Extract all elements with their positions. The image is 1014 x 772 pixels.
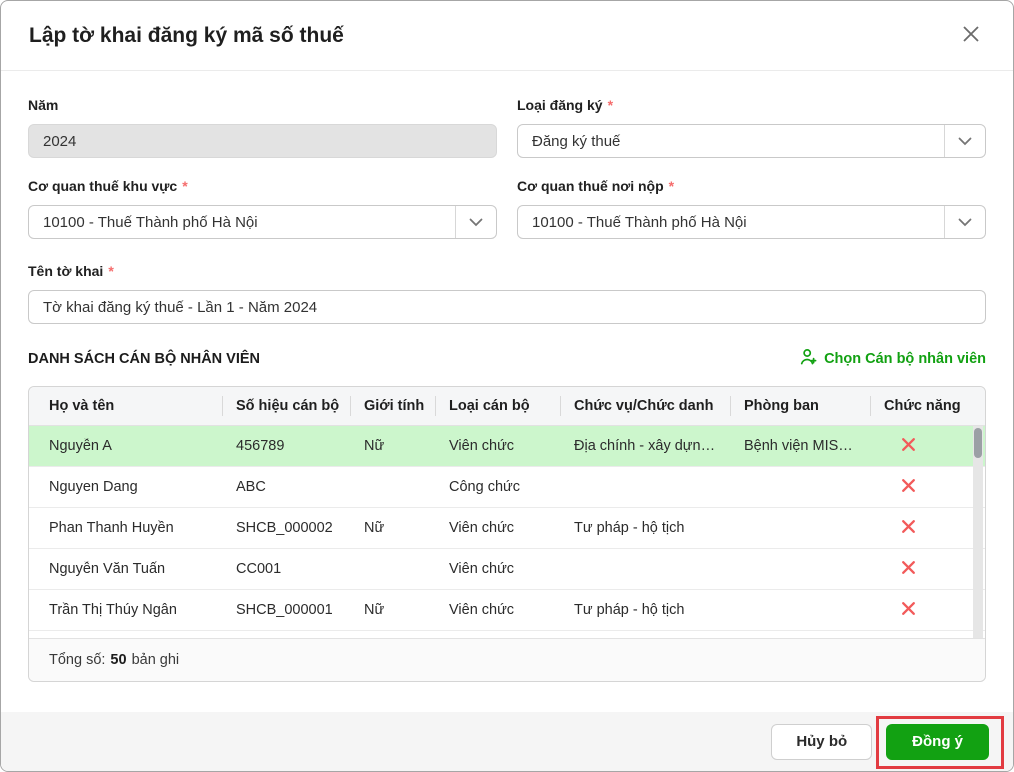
cell-code: CC001 (222, 561, 350, 577)
employee-table-header: Họ và tên Số hiệu cán bộ Giới tính Loại … (29, 387, 985, 426)
tax-office-region-label: Cơ quan thuế khu vực (28, 178, 177, 194)
table-row[interactable]: Phan Thanh Huyền SHCB_000002 Nữ Viên chứ… (29, 508, 985, 549)
cell-type: Viên chức (435, 561, 560, 577)
cell-code: SHCB_000001 (222, 602, 350, 618)
dialog-body: Năm 2024 Loại đăng ký * Đăng ký thuế (1, 71, 1013, 712)
close-button[interactable] (957, 22, 985, 50)
delete-row-button[interactable] (897, 475, 921, 499)
cell-type: Công chức (435, 479, 560, 495)
column-header-name: Họ và tên (29, 387, 222, 425)
cell-actions (870, 557, 985, 581)
required-asterisk: * (108, 263, 113, 279)
delete-row-button[interactable] (897, 434, 921, 458)
registration-type-label: Loại đăng ký (517, 97, 603, 113)
tax-office-submit-select[interactable]: 10100 - Thuế Thành phố Hà Nội (517, 205, 986, 239)
tax-declaration-dialog: Lập tờ khai đăng ký mã số thuế Năm 2024 … (0, 0, 1014, 772)
employee-section-bar: DANH SÁCH CÁN BỘ NHÂN VIÊN Chọn Cán bộ n… (28, 348, 986, 370)
delete-row-button[interactable] (897, 557, 921, 581)
column-header-position: Chức vụ/Chức danh (560, 387, 730, 425)
scrollbar-thumb[interactable] (974, 428, 982, 458)
cell-actions (870, 434, 985, 458)
field-year: Năm 2024 (28, 97, 497, 158)
cell-type: Viên chức (435, 438, 560, 454)
cell-name: Nguyễn Văn Tuấn (29, 561, 222, 577)
required-asterisk: * (182, 178, 187, 194)
column-header-department: Phòng ban (730, 387, 870, 425)
cancel-button[interactable]: Hủy bỏ (771, 724, 872, 760)
dialog-header: Lập tờ khai đăng ký mã số thuế (1, 1, 1013, 71)
cell-actions (870, 598, 985, 622)
column-header-actions: Chức năng (870, 387, 985, 425)
registration-type-select[interactable]: Đăng ký thuế (517, 124, 986, 158)
employee-section-title: DANH SÁCH CÁN BỘ NHÂN VIÊN (28, 351, 260, 367)
table-row[interactable]: Nguyen Dang ABC Công chức (29, 467, 985, 508)
cell-name: Nguyen Dang (29, 479, 222, 495)
chevron-down-icon[interactable] (455, 206, 496, 238)
cell-gender: Nữ (350, 520, 435, 536)
year-input: 2024 (28, 124, 497, 158)
cell-name: Trần Thị Thúy Ngân (29, 602, 222, 618)
employee-table: Họ và tên Số hiệu cán bộ Giới tính Loại … (28, 386, 986, 682)
employee-table-body: Nguyễn A 456789 Nữ Viên chức Địa chính -… (29, 426, 985, 638)
chevron-down-icon[interactable] (944, 125, 985, 157)
tax-office-submit-label: Cơ quan thuế nơi nộp (517, 178, 664, 194)
column-header-gender: Giới tính (350, 387, 435, 425)
dialog-title: Lập tờ khai đăng ký mã số thuế (29, 24, 344, 48)
cell-type: Viên chức (435, 520, 560, 536)
year-label: Năm (28, 97, 58, 113)
table-row[interactable]: Trần Thị Thúy Ngân SHCB_000001 Nữ Viên c… (29, 590, 985, 631)
summary-suffix: bản ghi (132, 652, 180, 668)
column-header-type: Loại cán bộ (435, 387, 560, 425)
field-declaration-name: Tên tờ khai * Tờ khai đăng ký thuế - Lần… (28, 263, 986, 324)
delete-row-button[interactable] (897, 598, 921, 622)
cell-department: Bệnh viện MIS… (730, 438, 870, 454)
column-header-code: Số hiệu cán bộ (222, 387, 350, 425)
delete-x-icon (901, 560, 916, 578)
table-summary: Tổng số: 50 bản ghi (29, 638, 985, 681)
cell-position: Tư pháp - hộ tịch (560, 520, 730, 536)
cell-code: 456789 (222, 438, 350, 454)
field-tax-office-submit: Cơ quan thuế nơi nộp * 10100 - Thuế Thàn… (517, 178, 986, 239)
cell-code: ABC (222, 479, 350, 495)
table-row[interactable]: Nguyễn A 456789 Nữ Viên chức Địa chính -… (29, 426, 985, 467)
cell-position: Tư pháp - hộ tịch (560, 602, 730, 618)
delete-x-icon (901, 601, 916, 619)
chevron-down-icon[interactable] (944, 206, 985, 238)
delete-x-icon (901, 478, 916, 496)
dialog-footer: Hủy bỏ Đồng ý (1, 712, 1013, 771)
tax-office-region-select[interactable]: 10100 - Thuế Thành phố Hà Nội (28, 205, 497, 239)
choose-employees-label: Chọn Cán bộ nhân viên (824, 351, 986, 367)
cell-name: Phan Thanh Huyền (29, 520, 222, 536)
close-icon (961, 24, 981, 47)
cell-type: Viên chức (435, 602, 560, 618)
cell-gender: Nữ (350, 438, 435, 454)
field-registration-type: Loại đăng ký * Đăng ký thuế (517, 97, 986, 158)
required-asterisk: * (608, 97, 613, 113)
table-scrollbar[interactable] (973, 426, 983, 638)
declaration-name-label: Tên tờ khai (28, 263, 103, 279)
delete-row-button[interactable] (897, 516, 921, 540)
cell-position: Địa chính - xây dựn… (560, 438, 730, 454)
table-row[interactable]: Nguyễn Văn Tuấn CC001 Viên chức (29, 549, 985, 590)
summary-prefix: Tổng số: (49, 652, 105, 668)
required-asterisk: * (669, 178, 674, 194)
cell-actions (870, 516, 985, 540)
field-tax-office-region: Cơ quan thuế khu vực * 10100 - Thuế Thàn… (28, 178, 497, 239)
person-add-icon (799, 348, 817, 370)
confirm-button[interactable]: Đồng ý (886, 724, 989, 760)
cell-name: Nguyễn A (29, 438, 222, 454)
delete-x-icon (901, 519, 916, 537)
cell-actions (870, 475, 985, 499)
choose-employees-link[interactable]: Chọn Cán bộ nhân viên (799, 348, 986, 370)
delete-x-icon (901, 437, 916, 455)
declaration-name-input[interactable]: Tờ khai đăng ký thuế - Lần 1 - Năm 2024 (28, 290, 986, 324)
cell-code: SHCB_000002 (222, 520, 350, 536)
summary-count: 50 (110, 652, 126, 668)
cell-gender: Nữ (350, 602, 435, 618)
